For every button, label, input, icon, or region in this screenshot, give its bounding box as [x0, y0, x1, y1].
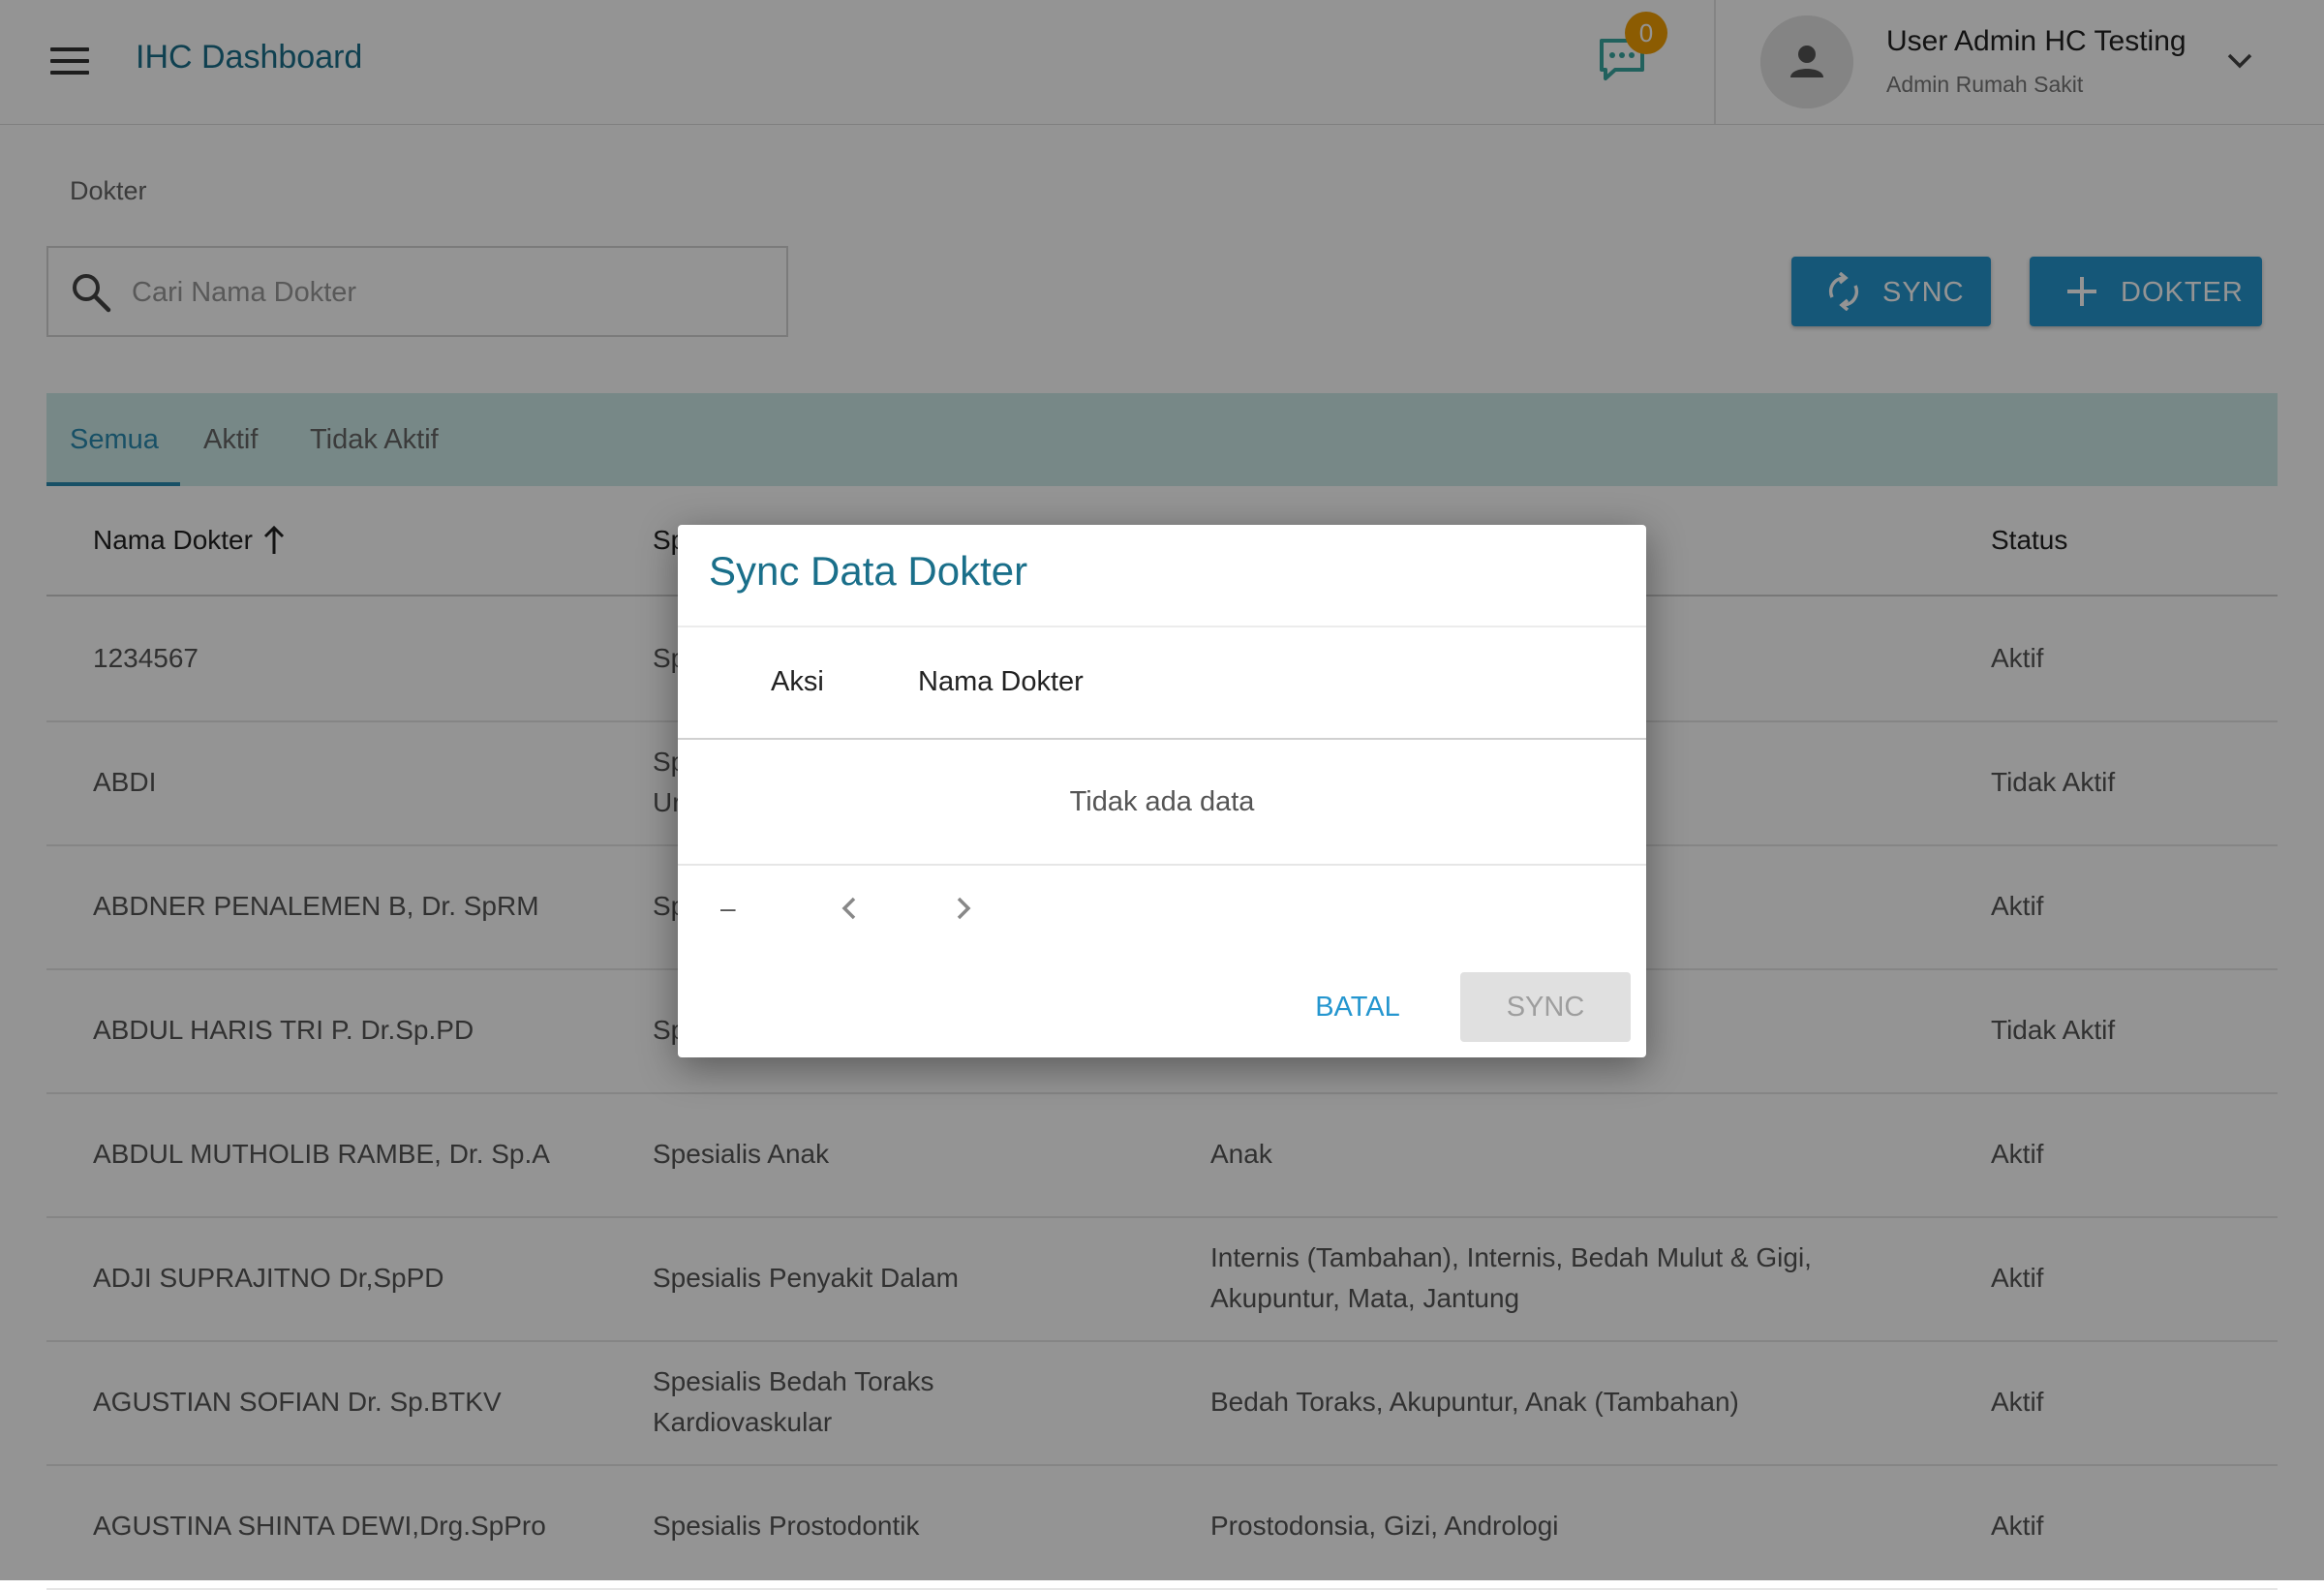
sync-dialog: Sync Data Dokter Aksi Nama Dokter Tidak …: [678, 525, 1646, 1057]
pagination-range: –: [720, 893, 736, 923]
dialog-sync-button[interactable]: SYNC: [1460, 972, 1631, 1042]
chevron-left-icon[interactable]: [831, 889, 870, 928]
dialog-column-action: Aksi: [771, 666, 824, 697]
dialog-title: Sync Data Dokter: [709, 548, 1028, 594]
dialog-table-header: Aksi Nama Dokter: [678, 627, 1646, 740]
doctor-list-page: IHC Dashboard 0 User Admin HC Testing Ad…: [0, 0, 2324, 1590]
chevron-right-icon[interactable]: [943, 889, 982, 928]
dialog-column-name: Nama Dokter: [918, 666, 1084, 697]
dialog-empty-state: Tidak ada data: [678, 740, 1646, 866]
cancel-button[interactable]: BATAL: [1300, 972, 1416, 1042]
